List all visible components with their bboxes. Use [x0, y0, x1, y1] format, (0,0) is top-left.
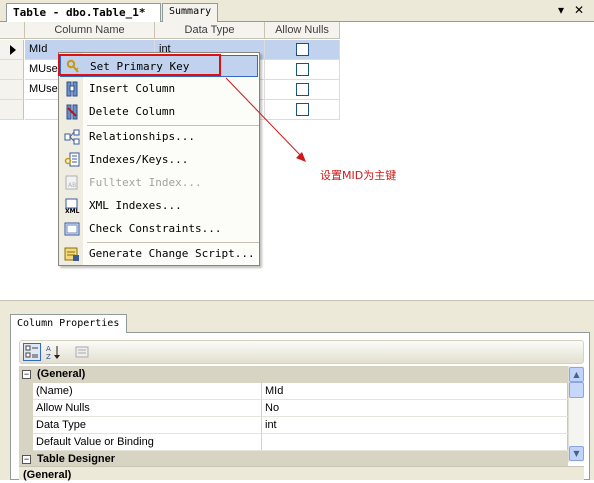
alphabetical-sort-icon[interactable]: AZ [44, 343, 62, 361]
tab-column-properties[interactable]: Column Properties [10, 314, 127, 333]
category-label: Table Designer [37, 453, 116, 465]
property-name: Allow Nulls [33, 400, 262, 417]
property-value[interactable] [262, 434, 568, 451]
category-general[interactable]: − (General) [19, 366, 568, 383]
svg-text:Z: Z [46, 353, 51, 360]
property-row[interactable]: Allow Nulls No [19, 400, 568, 417]
row-margin [19, 434, 33, 451]
description-panel-title: (General) [19, 466, 584, 481]
property-value[interactable]: int [262, 417, 568, 434]
row-margin [19, 417, 33, 434]
scroll-thumb[interactable] [569, 382, 584, 398]
categorized-view-icon[interactable] [23, 343, 41, 361]
property-value[interactable]: MId [262, 383, 568, 400]
property-row[interactable]: Default Value or Binding [19, 434, 568, 451]
property-name: (Name) [33, 383, 262, 400]
property-row[interactable]: Data Type int [19, 417, 568, 434]
scroll-down-icon[interactable]: ▼ [569, 446, 584, 461]
property-value[interactable]: No [262, 400, 568, 417]
callout-arrow [225, 77, 306, 162]
property-row[interactable]: (Name) MId [19, 383, 568, 400]
category-label: (General) [37, 368, 86, 380]
collapse-icon[interactable]: − [22, 455, 31, 464]
row-margin [19, 400, 33, 417]
svg-text:A: A [46, 345, 51, 353]
scroll-up-icon[interactable]: ▲ [569, 367, 584, 382]
property-name: Default Value or Binding [33, 434, 262, 451]
property-pages-icon [73, 343, 91, 361]
callout-annotation-text: 设置MID为主键 [320, 169, 397, 182]
properties-toolbar [19, 340, 584, 364]
collapse-icon[interactable]: − [22, 370, 31, 379]
row-margin [19, 383, 33, 400]
property-name: Data Type [33, 417, 262, 434]
